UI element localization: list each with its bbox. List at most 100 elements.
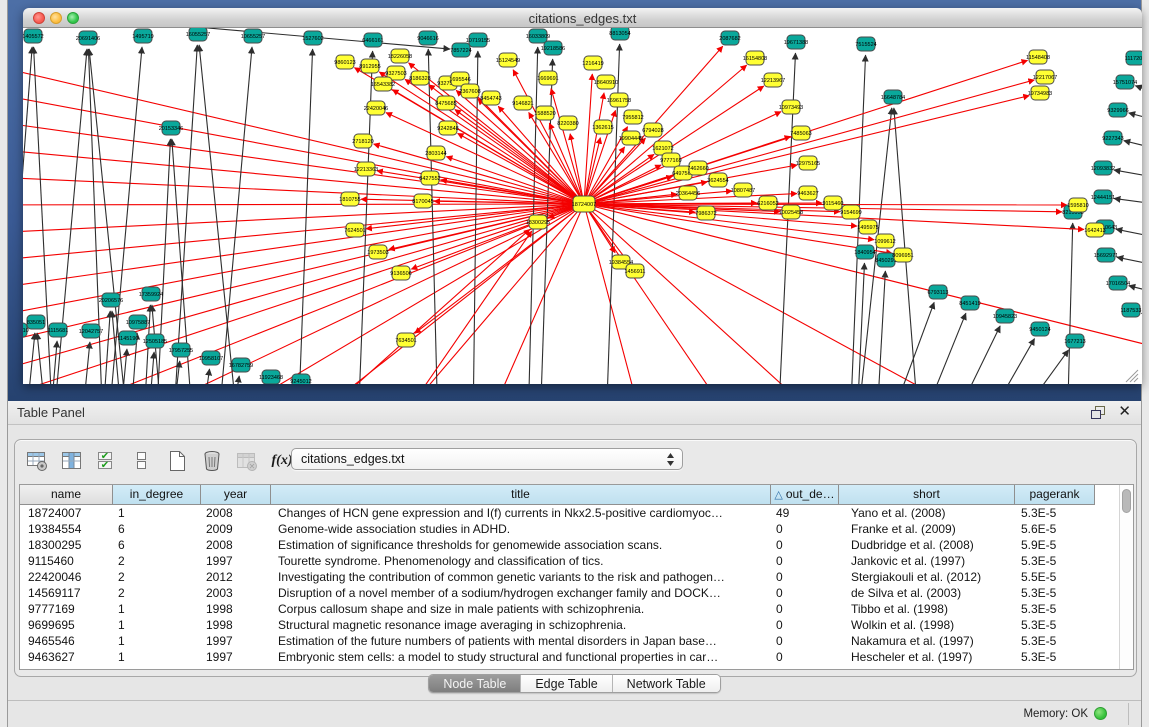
cell-in_degree[interactable]: 6: [113, 537, 201, 553]
cell-title[interactable]: Changes of HCN gene expression and I(f) …: [271, 505, 771, 521]
table-row[interactable]: 946362711997Embryonic stem cells: a mode…: [20, 649, 1133, 665]
cell-name[interactable]: 9463627: [20, 649, 113, 665]
cell-in_degree[interactable]: 2: [113, 553, 201, 569]
cell-name[interactable]: 9115460: [20, 553, 113, 569]
table-selector[interactable]: citations_edges.txt: [291, 448, 683, 470]
table-row[interactable]: 977716911998Corpus callosum shape and si…: [20, 601, 1133, 617]
cell-short[interactable]: Franke et al. (2009): [839, 521, 1015, 537]
delete-table-icon[interactable]: ✕: [235, 449, 259, 473]
cell-pagerank[interactable]: 5.5E-5: [1015, 569, 1095, 585]
cell-in_degree[interactable]: 1: [113, 649, 201, 665]
vertical-scrollbar[interactable]: [1119, 485, 1133, 669]
cell-short[interactable]: Jankovic et al. (1997): [839, 553, 1015, 569]
cell-title[interactable]: Tourette syndrome. Phenomenology and cla…: [271, 553, 771, 569]
cell-out_de[interactable]: 49: [771, 505, 839, 521]
memory-indicator[interactable]: Memory: OK: [1023, 707, 1107, 720]
table-mode-icon[interactable]: [25, 449, 49, 473]
tab-edge-table[interactable]: Edge Table: [521, 675, 612, 692]
cell-title[interactable]: Estimation of significance thresholds fo…: [271, 537, 771, 553]
cell-short[interactable]: Nakamura et al. (1997): [839, 633, 1015, 649]
cell-in_degree[interactable]: 1: [113, 601, 201, 617]
create-column-icon[interactable]: [165, 449, 189, 473]
cell-out_de[interactable]: 0: [771, 585, 839, 601]
cell-year[interactable]: 2008: [201, 537, 271, 553]
cell-pagerank[interactable]: 5.3E-5: [1015, 617, 1095, 633]
cell-out_de[interactable]: 0: [771, 537, 839, 553]
cell-out_de[interactable]: 0: [771, 569, 839, 585]
column-visibility-icon[interactable]: [60, 449, 84, 473]
cell-short[interactable]: Stergiakouli et al. (2012): [839, 569, 1015, 585]
cell-name[interactable]: 9465546: [20, 633, 113, 649]
cell-short[interactable]: Yano et al. (2008): [839, 505, 1015, 521]
network-window[interactable]: citations_edges.txt 14055722069140614957…: [23, 8, 1142, 384]
cell-title[interactable]: Investigating the contribution of common…: [271, 569, 771, 585]
cell-short[interactable]: Wolkin et al. (1998): [839, 617, 1015, 633]
resize-grip[interactable]: [1126, 370, 1138, 382]
cell-year[interactable]: 2009: [201, 521, 271, 537]
column-header-name[interactable]: name: [20, 485, 113, 505]
cell-out_de[interactable]: 0: [771, 617, 839, 633]
cell-pagerank[interactable]: 5.3E-5: [1015, 649, 1095, 665]
cell-year[interactable]: 1997: [201, 553, 271, 569]
cell-in_degree[interactable]: 2: [113, 585, 201, 601]
cell-pagerank[interactable]: 5.3E-5: [1015, 585, 1095, 601]
table-row[interactable]: 969969511998Structural magnetic resonanc…: [20, 617, 1133, 633]
cell-out_de[interactable]: 0: [771, 553, 839, 569]
network-canvas[interactable]: 1405572206914061495719160552571065525715…: [23, 28, 1142, 384]
cell-in_degree[interactable]: 1: [113, 633, 201, 649]
cell-pagerank[interactable]: 5.9E-5: [1015, 537, 1095, 553]
cell-year[interactable]: 2008: [201, 505, 271, 521]
column-header-out_de[interactable]: △out_de…: [771, 485, 839, 505]
cell-year[interactable]: 1998: [201, 617, 271, 633]
delete-column-icon[interactable]: [200, 449, 224, 473]
window-titlebar[interactable]: citations_edges.txt: [23, 8, 1142, 28]
column-header-short[interactable]: short: [839, 485, 1015, 505]
clear-selection-icon[interactable]: [130, 449, 154, 473]
cell-year[interactable]: 2003: [201, 585, 271, 601]
cell-out_de[interactable]: 0: [771, 649, 839, 665]
cell-pagerank[interactable]: 5.3E-5: [1015, 601, 1095, 617]
cell-pagerank[interactable]: 5.3E-5: [1015, 553, 1095, 569]
column-header-pagerank[interactable]: pagerank: [1015, 485, 1095, 505]
table-row[interactable]: 1456911722003Disruption of a novel membe…: [20, 585, 1133, 601]
select-all-icon[interactable]: ✔✔: [95, 449, 119, 473]
cell-pagerank[interactable]: 5.3E-5: [1015, 633, 1095, 649]
table-row[interactable]: 1872400712008Changes of HCN gene express…: [20, 505, 1133, 521]
cell-in_degree[interactable]: 1: [113, 505, 201, 521]
cell-short[interactable]: Tibbo et al. (1998): [839, 601, 1015, 617]
cell-name[interactable]: 22420046: [20, 569, 113, 585]
cell-in_degree[interactable]: 6: [113, 521, 201, 537]
cell-title[interactable]: Genome-wide association studies in ADHD.: [271, 521, 771, 537]
cell-name[interactable]: 14569117: [20, 585, 113, 601]
cell-out_de[interactable]: 0: [771, 633, 839, 649]
close-panel-icon[interactable]: ✕: [1118, 404, 1131, 420]
cell-year[interactable]: 1997: [201, 649, 271, 665]
cell-name[interactable]: 18724007: [20, 505, 113, 521]
cell-title[interactable]: Estimation of the future numbers of pati…: [271, 633, 771, 649]
table-row[interactable]: 946554611997Estimation of the future num…: [20, 633, 1133, 649]
cell-name[interactable]: 19384554: [20, 521, 113, 537]
scrollbar-thumb[interactable]: [1122, 489, 1131, 513]
table-row[interactable]: 911546021997Tourette syndrome. Phenomeno…: [20, 553, 1133, 569]
cell-title[interactable]: Structural magnetic resonance image aver…: [271, 617, 771, 633]
cell-in_degree[interactable]: 2: [113, 569, 201, 585]
cell-year[interactable]: 1998: [201, 601, 271, 617]
cell-title[interactable]: Corpus callosum shape and size in male p…: [271, 601, 771, 617]
cell-name[interactable]: 18300295: [20, 537, 113, 553]
cell-short[interactable]: Hescheler et al. (1997): [839, 649, 1015, 665]
tab-network-table[interactable]: Network Table: [613, 675, 720, 692]
table-row[interactable]: 1938455462009Genome-wide association stu…: [20, 521, 1133, 537]
cell-short[interactable]: de Silva et al. (2003): [839, 585, 1015, 601]
cell-in_degree[interactable]: 1: [113, 617, 201, 633]
cell-year[interactable]: 2012: [201, 569, 271, 585]
cell-title[interactable]: Embryonic stem cells: a model to study s…: [271, 649, 771, 665]
column-header-year[interactable]: year: [201, 485, 271, 505]
cell-name[interactable]: 9699695: [20, 617, 113, 633]
cell-pagerank[interactable]: 5.6E-5: [1015, 521, 1095, 537]
cell-out_de[interactable]: 0: [771, 521, 839, 537]
column-header-title[interactable]: title: [271, 485, 771, 505]
cell-pagerank[interactable]: 5.3E-5: [1015, 505, 1095, 521]
table-row[interactable]: 1830029562008Estimation of significance …: [20, 537, 1133, 553]
cell-title[interactable]: Disruption of a novel member of a sodium…: [271, 585, 771, 601]
tab-node-table[interactable]: Node Table: [429, 675, 521, 692]
